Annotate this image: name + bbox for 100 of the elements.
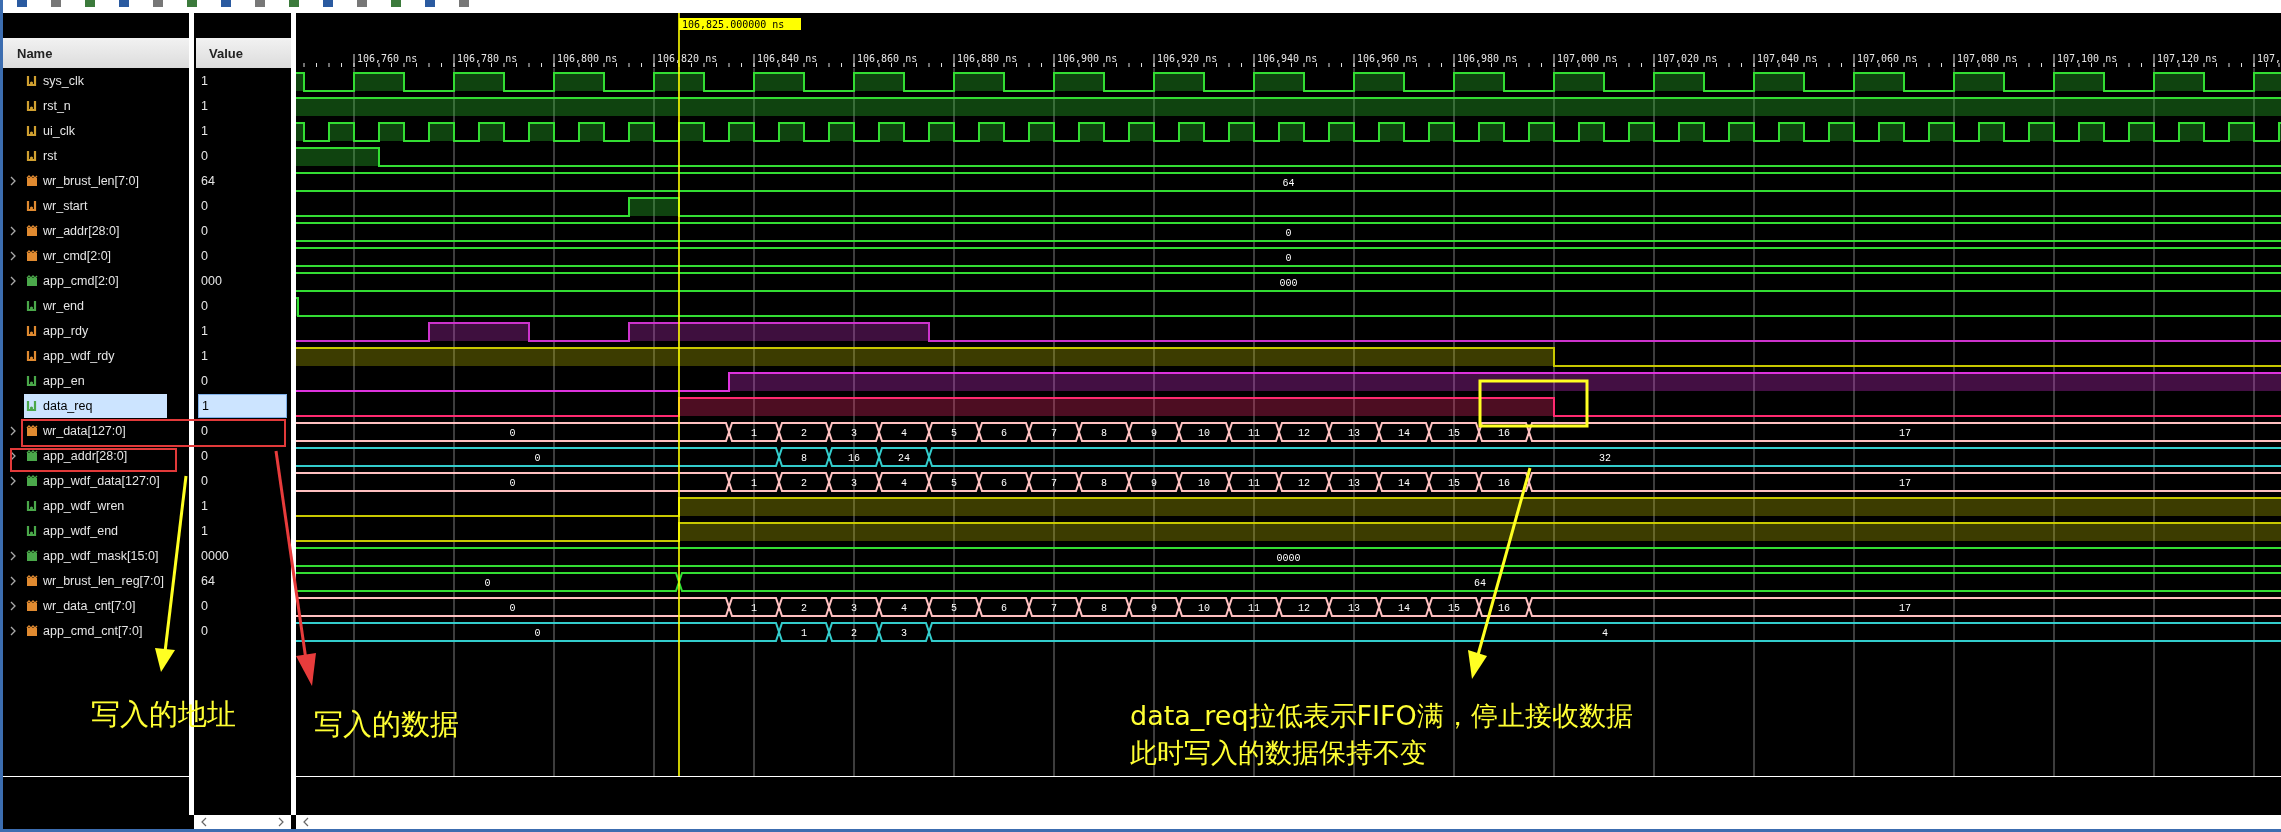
bus-value: 4 xyxy=(901,428,907,439)
bus-value: 1 xyxy=(751,478,757,489)
signal-name[interactable]: ui_clk xyxy=(24,118,167,143)
toolbar-icon[interactable] xyxy=(355,0,369,9)
signal-name[interactable]: app_cmd_cnt[7:0] xyxy=(24,618,167,643)
scroll-left-icon[interactable] xyxy=(200,817,208,827)
column-header[interactable]: Name xyxy=(3,38,189,68)
bus-value: 9 xyxy=(1151,428,1157,439)
toolbar-icon[interactable] xyxy=(253,0,267,9)
signal-name[interactable]: app_wdf_end xyxy=(24,518,167,543)
bus-value: 13 xyxy=(1348,603,1360,614)
signal-value: 0000 xyxy=(200,547,230,565)
ruler-tick xyxy=(653,53,655,68)
bus-value: 11 xyxy=(1248,478,1260,489)
signal-value: 0 xyxy=(200,247,209,265)
scroll-right-icon[interactable] xyxy=(277,817,285,827)
toolbar-icon[interactable] xyxy=(185,0,199,9)
bus-value: 13 xyxy=(1348,428,1360,439)
bus-value: 0 xyxy=(534,453,541,464)
signal-value: 1 xyxy=(200,497,209,515)
toolbar-icon[interactable] xyxy=(287,0,301,9)
bus-value: 6 xyxy=(1001,428,1007,439)
time-label: 106,920 ns xyxy=(1157,53,1218,64)
signal-name[interactable]: wr_end xyxy=(24,293,167,318)
signal-name[interactable]: app_wdf_mask[15:0] xyxy=(24,543,167,568)
toolbar-icon[interactable] xyxy=(117,0,131,9)
expand-icon[interactable] xyxy=(9,425,17,436)
toolbar-icon[interactable] xyxy=(151,0,165,9)
toolbar-icon[interactable] xyxy=(83,0,97,9)
bus-value: 0 xyxy=(509,478,516,489)
signal-value: 1 xyxy=(200,97,209,115)
signal-name[interactable]: app_wdf_rdy xyxy=(24,343,167,368)
expand-icon[interactable] xyxy=(9,575,17,586)
bus-value: 0 xyxy=(1285,253,1292,264)
expand-icon[interactable] xyxy=(9,225,17,236)
expand-icon[interactable] xyxy=(9,550,17,561)
bus-value: 7 xyxy=(1051,428,1057,439)
bus-value: 8 xyxy=(1101,428,1107,439)
ruler-tick xyxy=(1353,53,1355,68)
toolbar-icon[interactable] xyxy=(15,0,29,9)
toolbar-icon[interactable] xyxy=(321,0,335,9)
expand-icon[interactable] xyxy=(9,475,17,486)
bus-value: 16 xyxy=(1498,603,1510,614)
bus-value: 0 xyxy=(509,603,516,614)
scroll-left-icon[interactable] xyxy=(302,817,310,827)
signal-name[interactable]: app_cmd[2:0] xyxy=(24,268,167,293)
bus-value: 11 xyxy=(1248,603,1260,614)
ruler-tick xyxy=(753,53,755,68)
signal-name[interactable]: app_wdf_data[127:0] xyxy=(24,468,167,493)
ruler-tick xyxy=(953,53,955,68)
expand-icon[interactable] xyxy=(9,450,17,461)
signal-value: 64 xyxy=(200,172,216,190)
bus-value: 17 xyxy=(1899,603,1911,614)
ruler-tick xyxy=(1553,53,1555,68)
signal-name[interactable]: app_en xyxy=(24,368,167,393)
signal-value: 0 xyxy=(200,472,209,490)
bus-value: 13 xyxy=(1348,478,1360,489)
time-label: 107,020 ns xyxy=(1657,53,1718,64)
time-label: 106,800 ns xyxy=(557,53,618,64)
signal-name[interactable]: wr_start xyxy=(24,193,167,218)
signal-name[interactable]: sys_clk xyxy=(24,68,167,93)
bus-value: 12 xyxy=(1298,428,1310,439)
ruler-tick xyxy=(1253,53,1255,68)
bus-value: 64 xyxy=(1282,178,1295,189)
toolbar-icon[interactable] xyxy=(389,0,403,9)
toolbar-icon[interactable] xyxy=(457,0,471,9)
signal-name[interactable]: wr_data_cnt[7:0] xyxy=(24,593,167,618)
signal-value: 0 xyxy=(200,197,209,215)
bus-value: 16 xyxy=(1498,428,1510,439)
signal-name[interactable]: rst xyxy=(24,143,167,168)
signal-name[interactable]: wr_cmd[2:0] xyxy=(24,243,167,268)
signal-name[interactable]: data_req xyxy=(24,393,167,418)
signal-name[interactable]: app_wdf_wren xyxy=(24,493,167,518)
ruler-tick xyxy=(1153,53,1155,68)
signal-name[interactable]: wr_brust_len[7:0] xyxy=(24,168,167,193)
expand-icon[interactable] xyxy=(9,250,17,261)
ruler-tick xyxy=(1053,53,1055,68)
bus-value: 0000 xyxy=(1276,553,1301,564)
signal-name[interactable]: app_addr[28:0] xyxy=(24,443,167,468)
column-header[interactable]: Value xyxy=(196,38,291,68)
toolbar-icon[interactable] xyxy=(219,0,233,9)
bus-value: 6 xyxy=(1001,478,1007,489)
bus-value: 2 xyxy=(801,478,807,489)
signal-name[interactable]: wr_brust_len_reg[7:0] xyxy=(24,568,167,593)
expand-icon[interactable] xyxy=(9,600,17,611)
signal-name[interactable]: wr_data[127:0] xyxy=(24,418,167,443)
signal-value: 1 xyxy=(200,322,209,340)
signal-name[interactable]: wr_addr[28:0] xyxy=(24,218,167,243)
bus-value: 15 xyxy=(1448,428,1460,439)
bus-value: 4 xyxy=(901,478,907,489)
bus-value: 10 xyxy=(1198,478,1210,489)
signal-value: 1 xyxy=(200,72,209,90)
toolbar-icon[interactable] xyxy=(49,0,63,9)
toolbar-icon[interactable] xyxy=(423,0,437,9)
signal-name[interactable]: app_rdy xyxy=(24,318,167,343)
signal-name[interactable]: rst_n xyxy=(24,93,167,118)
expand-icon[interactable] xyxy=(9,175,17,186)
expand-icon[interactable] xyxy=(9,625,17,636)
expand-icon[interactable] xyxy=(9,275,17,286)
signal-value: 0 xyxy=(200,222,209,240)
